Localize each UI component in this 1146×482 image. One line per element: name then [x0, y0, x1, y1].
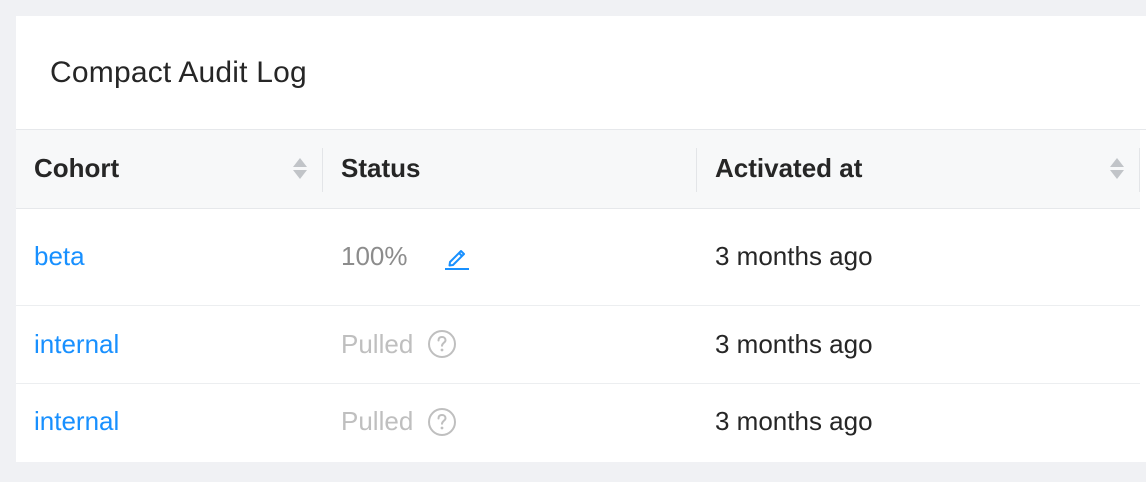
help-icon[interactable] — [427, 329, 457, 359]
audit-log-table: Cohort Status Activated at beta 100% 3 m… — [16, 130, 1140, 460]
status-value: Pulled — [341, 406, 414, 437]
cohort-cell: beta — [16, 208, 323, 305]
card-header: Compact Audit Log — [16, 16, 1146, 130]
status-cell: Pulled — [323, 383, 697, 460]
table-row: internal Pulled 3 months ago — [16, 305, 1140, 383]
sort-icon[interactable] — [1110, 158, 1124, 180]
column-header-label: Cohort — [34, 153, 120, 184]
activated-cell: 3 months ago — [715, 241, 873, 271]
status-cell: Pulled — [323, 305, 697, 383]
card-title: Compact Audit Log — [50, 55, 307, 89]
column-header-status: Status — [323, 130, 697, 209]
cohort-link[interactable]: internal — [34, 406, 119, 436]
cohort-cell: internal — [16, 383, 323, 460]
sort-icon[interactable] — [293, 158, 307, 180]
cohort-link[interactable]: internal — [34, 329, 119, 359]
column-header-label: Activated at — [715, 153, 863, 184]
activated-cell: 3 months ago — [715, 328, 873, 359]
table-header-row: Cohort Status Activated at — [16, 130, 1140, 209]
cohort-cell: internal — [16, 305, 323, 383]
cohort-link[interactable]: beta — [34, 241, 85, 271]
status-value: 100% — [341, 241, 408, 271]
sort-descending-icon — [293, 170, 307, 180]
sort-ascending-icon — [293, 158, 307, 168]
column-header-cohort[interactable]: Cohort — [16, 130, 323, 209]
audit-log-card: Compact Audit Log Cohort Status Activate… — [16, 16, 1146, 462]
table-row: internal Pulled 3 months ago — [16, 383, 1140, 460]
table-row: beta 100% 3 months ago — [16, 208, 1140, 305]
help-icon[interactable] — [427, 407, 457, 437]
status-cell: 100% — [323, 208, 697, 305]
column-divider[interactable] — [1139, 148, 1140, 192]
edit-icon[interactable] — [442, 242, 472, 272]
sort-ascending-icon — [1110, 158, 1124, 168]
sort-descending-icon — [1110, 170, 1124, 180]
column-header-activated-at[interactable]: Activated at — [697, 130, 1140, 209]
status-value: Pulled — [341, 328, 414, 359]
activated-cell: 3 months ago — [715, 406, 873, 437]
column-header-label: Status — [341, 153, 421, 184]
